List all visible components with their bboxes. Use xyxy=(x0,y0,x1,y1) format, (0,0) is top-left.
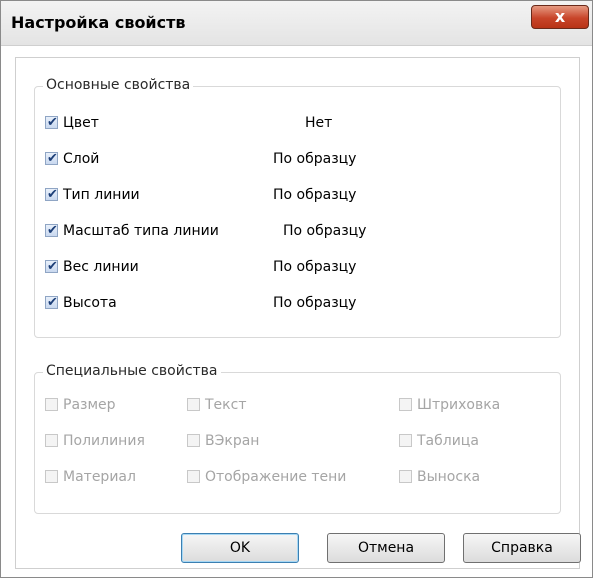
label-leader: Выноска xyxy=(417,469,481,485)
special-item-text[interactable]: Текст xyxy=(187,395,367,415)
checkbox-polyline[interactable] xyxy=(45,434,58,447)
close-button[interactable]: x xyxy=(531,5,589,29)
special-item-viewport[interactable]: ВЭкран xyxy=(187,431,367,451)
cancel-button[interactable]: Отмена xyxy=(327,533,445,563)
basic-item-lineweight[interactable]: ✔ Вес линии По образцу xyxy=(45,257,545,277)
special-item-material[interactable]: Материал xyxy=(45,467,195,487)
label-layer: Слой xyxy=(63,151,100,167)
label-viewport: ВЭкран xyxy=(205,433,260,449)
label-lineweight: Вес линии xyxy=(63,259,139,275)
special-item-dimension[interactable]: Размер xyxy=(45,395,195,415)
help-button[interactable]: Справка xyxy=(463,533,581,563)
check-icon: ✔ xyxy=(47,151,58,166)
label-shadow-display: Отображение тени xyxy=(205,469,347,485)
basic-item-color[interactable]: ✔ Цвет Нет xyxy=(45,113,545,133)
checkbox-linetype-scale[interactable]: ✔ xyxy=(45,223,58,238)
value-linetype-scale: По образцу xyxy=(283,223,367,239)
label-text: Текст xyxy=(205,397,247,413)
check-icon: ✔ xyxy=(47,259,58,274)
value-color: Нет xyxy=(305,115,333,131)
check-icon: ✔ xyxy=(47,295,58,310)
label-linetype-scale: Масштаб типа линии xyxy=(63,223,219,239)
checkbox-table[interactable] xyxy=(399,434,412,447)
checkbox-lineweight[interactable]: ✔ xyxy=(45,259,58,274)
value-layer: По образцу xyxy=(273,151,357,167)
basic-item-layer[interactable]: ✔ Слой По образцу xyxy=(45,149,545,169)
special-item-shadow-display[interactable]: Отображение тени xyxy=(187,467,387,487)
checkbox-material[interactable] xyxy=(45,470,58,483)
checkbox-text[interactable] xyxy=(187,398,200,411)
label-table: Таблица xyxy=(417,433,479,449)
special-properties-group: Специальные свойства Размер Текст Штрихо… xyxy=(34,363,561,514)
special-item-hatch[interactable]: Штриховка xyxy=(399,395,549,415)
checkbox-linetype[interactable]: ✔ xyxy=(45,187,58,202)
checkbox-hatch[interactable] xyxy=(399,398,412,411)
label-color: Цвет xyxy=(63,115,99,131)
basic-properties-group: Основные свойства ✔ Цвет Нет ✔ Слой По о… xyxy=(34,77,561,338)
special-item-polyline[interactable]: Полилиния xyxy=(45,431,195,451)
dialog-window: Настройка свойств x Основные свойства ✔ … xyxy=(0,0,593,578)
basic-properties-title: Основные свойства xyxy=(43,77,194,93)
checkbox-shadow-display[interactable] xyxy=(187,470,200,483)
check-icon: ✔ xyxy=(47,223,58,238)
title-bar[interactable]: Настройка свойств x xyxy=(1,1,592,46)
label-hatch: Штриховка xyxy=(417,397,501,413)
label-material: Материал xyxy=(63,469,136,485)
checkbox-height[interactable]: ✔ xyxy=(45,295,58,310)
label-dimension: Размер xyxy=(63,397,116,413)
special-item-table[interactable]: Таблица xyxy=(399,431,549,451)
ok-button[interactable]: OK xyxy=(181,533,299,563)
dialog-title: Настройка свойств xyxy=(11,13,186,32)
checkbox-color[interactable]: ✔ xyxy=(45,115,58,130)
close-icon: x xyxy=(554,7,566,26)
label-height: Высота xyxy=(63,295,117,311)
basic-item-linetype[interactable]: ✔ Тип линии По образцу xyxy=(45,185,545,205)
value-height: По образцу xyxy=(273,295,357,311)
dialog-content: Основные свойства ✔ Цвет Нет ✔ Слой По о… xyxy=(15,57,580,569)
value-lineweight: По образцу xyxy=(273,259,357,275)
check-icon: ✔ xyxy=(47,115,58,130)
value-linetype: По образцу xyxy=(273,187,357,203)
check-icon: ✔ xyxy=(47,187,58,202)
basic-item-linetype-scale[interactable]: ✔ Масштаб типа линии По образцу xyxy=(45,221,545,241)
label-polyline: Полилиния xyxy=(63,433,145,449)
checkbox-layer[interactable]: ✔ xyxy=(45,151,58,166)
label-linetype: Тип линии xyxy=(63,187,140,203)
checkbox-viewport[interactable] xyxy=(187,434,200,447)
special-properties-title: Специальные свойства xyxy=(43,363,221,379)
special-item-leader[interactable]: Выноска xyxy=(399,467,549,487)
basic-item-height[interactable]: ✔ Высота По образцу xyxy=(45,293,545,313)
checkbox-dimension[interactable] xyxy=(45,398,58,411)
checkbox-leader[interactable] xyxy=(399,470,412,483)
